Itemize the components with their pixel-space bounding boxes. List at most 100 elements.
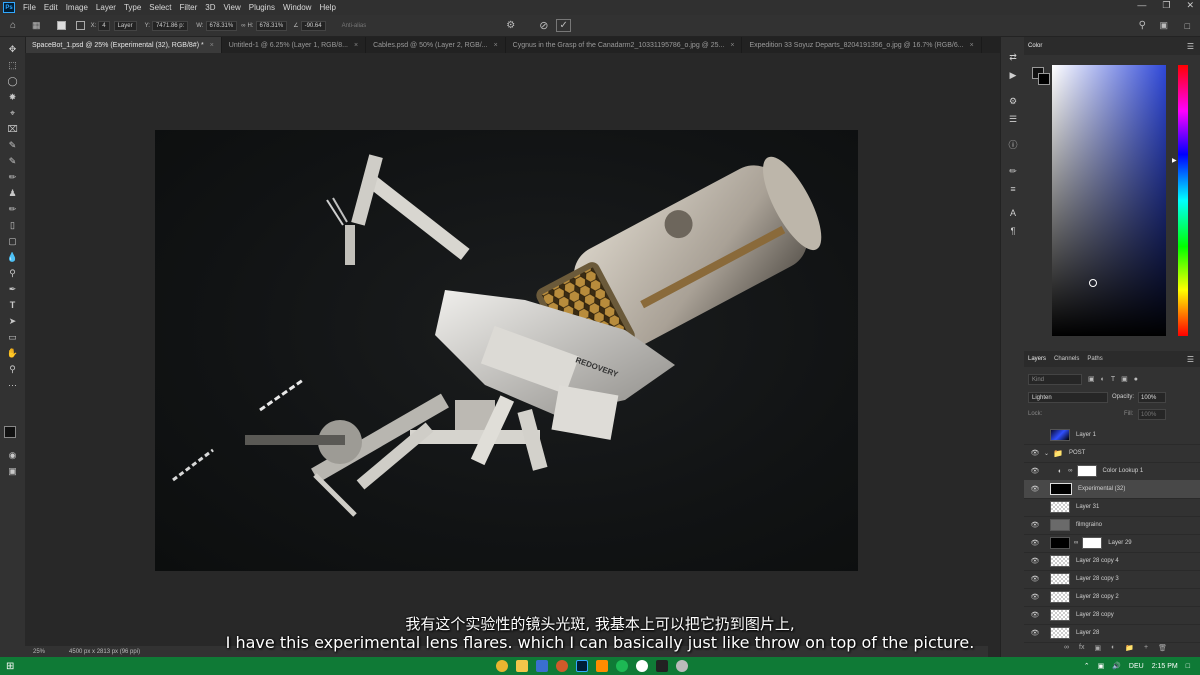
paragraph-icon[interactable]: ¶ bbox=[1006, 225, 1020, 237]
history-icon[interactable]: ⇄ bbox=[1006, 51, 1020, 63]
eye-icon[interactable]: 👁 bbox=[1030, 467, 1040, 475]
language-indicator[interactable]: DEU bbox=[1129, 663, 1144, 670]
menu-plugins[interactable]: Plugins bbox=[245, 3, 279, 12]
tab-expedition[interactable]: Expedition 33 Soyuz Departs_8204191356_o… bbox=[742, 37, 982, 53]
actions-icon[interactable]: ▶ bbox=[1006, 69, 1020, 81]
search-icon[interactable]: ⚲ bbox=[1139, 20, 1146, 31]
tab-cables[interactable]: Cables.psd @ 50% (Layer 2, RGB/... × bbox=[366, 37, 506, 53]
history-brush-icon[interactable]: ✏ bbox=[5, 203, 20, 216]
workspace-icon[interactable]: ▣ bbox=[1159, 20, 1168, 31]
tab-paths[interactable]: Paths bbox=[1083, 356, 1106, 362]
tray-arrow-icon[interactable]: ⌃ bbox=[1084, 662, 1090, 670]
tab-color[interactable]: Color bbox=[1024, 43, 1046, 49]
layer-row-layer-1[interactable]: Layer 1 bbox=[1024, 426, 1200, 445]
menu-3d[interactable]: 3D bbox=[201, 3, 219, 12]
marquee-tool-icon[interactable]: ⬚ bbox=[5, 59, 20, 72]
h-field[interactable]: 678.31% bbox=[255, 20, 288, 31]
layer-dropdown[interactable]: Layer bbox=[113, 20, 137, 31]
eye-icon[interactable]: 👁 bbox=[1030, 539, 1040, 547]
layer-row-layer-28-copy-3[interactable]: 👁 Layer 28 copy 3 bbox=[1024, 570, 1200, 589]
layer-row-layer-28-copy-4[interactable]: 👁 Layer 28 copy 4 bbox=[1024, 552, 1200, 571]
adjustments-icon[interactable]: ⚙ bbox=[1006, 95, 1020, 107]
reference-point-icon[interactable] bbox=[75, 21, 85, 30]
chrome-icon[interactable] bbox=[496, 660, 509, 672]
color-picker-cursor[interactable] bbox=[1089, 279, 1097, 287]
layer-row-layer-31[interactable]: Layer 31 bbox=[1024, 498, 1200, 517]
opacity-field[interactable]: 100% bbox=[1138, 392, 1166, 403]
info-icon[interactable]: ⓘ bbox=[1006, 139, 1020, 151]
screen-mode-icon[interactable]: ▣ bbox=[5, 465, 20, 478]
antialias-label[interactable]: Anti-alias bbox=[342, 23, 367, 29]
eye-icon[interactable]: 👁 bbox=[1030, 521, 1040, 529]
menu-view[interactable]: View bbox=[220, 3, 245, 12]
clock-app-icon[interactable] bbox=[636, 660, 649, 672]
fill-field[interactable]: 100% bbox=[1138, 409, 1166, 420]
commit-transform-icon[interactable]: ✓ bbox=[556, 19, 571, 32]
tab-spacebot[interactable]: SpaceBot_1.psd @ 25% (Experimental (32),… bbox=[25, 37, 222, 53]
eye-icon[interactable]: 👁 bbox=[1030, 575, 1040, 583]
photoshop-taskbar-icon[interactable] bbox=[576, 660, 589, 672]
eye-icon[interactable]: 👁 bbox=[1030, 449, 1040, 457]
pen-tool-icon[interactable]: ✒ bbox=[5, 283, 20, 296]
eyedropper-icon[interactable]: ✎ bbox=[5, 139, 20, 152]
layer-row-experimental[interactable]: 👁 Experimental (32) bbox=[1024, 480, 1200, 499]
warp-icon[interactable]: ⚙ bbox=[506, 20, 515, 31]
close-tab-icon[interactable]: × bbox=[970, 42, 974, 49]
eraser-tool-icon[interactable]: ▯ bbox=[5, 219, 20, 232]
angle-field[interactable]: -90.64 bbox=[300, 20, 326, 31]
menu-help[interactable]: Help bbox=[315, 3, 339, 12]
link-icon[interactable]: ∞ bbox=[241, 23, 245, 29]
volume-icon[interactable]: 🔊 bbox=[1112, 662, 1121, 670]
tab-cygnus[interactable]: Cygnus in the Grasp of the Canadarm2_103… bbox=[506, 37, 743, 53]
menu-edit[interactable]: Edit bbox=[40, 3, 62, 12]
layers-menu-icon[interactable]: ☰ bbox=[1187, 355, 1194, 364]
tab-channels[interactable]: Channels bbox=[1050, 356, 1083, 362]
notifications-icon[interactable]: □ bbox=[1186, 663, 1190, 670]
menu-window[interactable]: Window bbox=[279, 3, 315, 12]
firefox-icon[interactable] bbox=[556, 660, 569, 672]
layer-row-color-lookup[interactable]: 👁 ◐ ∞ Color Lookup 1 bbox=[1024, 462, 1200, 481]
crop-tool-icon[interactable]: ⌖ bbox=[5, 107, 20, 120]
home-icon[interactable]: ⌂ bbox=[10, 20, 16, 31]
foreground-color-swatch[interactable] bbox=[4, 426, 16, 438]
kind-filter[interactable]: Kind bbox=[1028, 374, 1082, 385]
menu-select[interactable]: Select bbox=[145, 3, 175, 12]
expand-arrow-icon[interactable]: ⌄ bbox=[1044, 450, 1049, 457]
more-tools-icon[interactable]: ⋯ bbox=[5, 379, 20, 392]
character-icon[interactable]: A bbox=[1006, 207, 1020, 219]
w-field[interactable]: 678.31% bbox=[205, 20, 238, 31]
move-tool-icon[interactable]: ✥ bbox=[5, 43, 20, 56]
app-icon[interactable] bbox=[656, 660, 669, 672]
filter-icons[interactable]: ▣◐T▣● bbox=[1088, 375, 1144, 383]
gradient-tool-icon[interactable]: ▢ bbox=[5, 235, 20, 248]
tab-untitled[interactable]: Untitled-1 @ 6.25% (Layer 1, RGB/8... × bbox=[222, 37, 367, 53]
menu-layer[interactable]: Layer bbox=[92, 3, 120, 12]
close-tab-icon[interactable]: × bbox=[210, 42, 214, 49]
layer-row-post-group[interactable]: 👁 ⌄ 📁 POST bbox=[1024, 444, 1200, 463]
type-tool-icon[interactable]: T bbox=[5, 299, 20, 312]
close-tab-icon[interactable]: × bbox=[354, 42, 358, 49]
files-icon[interactable] bbox=[596, 660, 609, 672]
panel-menu-icon[interactable]: ☰ bbox=[1187, 42, 1194, 51]
color-background-swatch[interactable] bbox=[1038, 73, 1050, 85]
properties-icon[interactable]: ≡ bbox=[1006, 183, 1020, 195]
share-icon[interactable]: □ bbox=[1185, 21, 1190, 31]
hand-tool-icon[interactable]: ✋ bbox=[5, 347, 20, 360]
menu-image[interactable]: Image bbox=[62, 3, 92, 12]
minimize-icon[interactable]: — bbox=[1137, 0, 1146, 11]
spotify-icon[interactable] bbox=[616, 660, 629, 672]
layer-row-filmgraino[interactable]: 👁 filmgraino bbox=[1024, 516, 1200, 535]
menu-filter[interactable]: Filter bbox=[176, 3, 202, 12]
zoom-tool-icon[interactable]: ⚲ bbox=[5, 363, 20, 376]
blur-tool-icon[interactable]: 💧 bbox=[5, 251, 20, 264]
network-icon[interactable]: ▣ bbox=[1098, 662, 1105, 670]
steam-icon[interactable] bbox=[676, 660, 689, 672]
close-tab-icon[interactable]: × bbox=[730, 42, 734, 49]
swap-colors-icon[interactable] bbox=[5, 399, 20, 412]
y-field[interactable]: 7471.86 p: bbox=[151, 20, 189, 31]
eye-icon[interactable]: 👁 bbox=[1030, 593, 1040, 601]
layer-row-layer-28-copy-2[interactable]: 👁 Layer 28 copy 2 bbox=[1024, 588, 1200, 607]
brush-settings-icon[interactable]: ✏ bbox=[1006, 165, 1020, 177]
path-selection-icon[interactable]: ➤ bbox=[5, 315, 20, 328]
clone-stamp-icon[interactable]: ♟ bbox=[5, 187, 20, 200]
